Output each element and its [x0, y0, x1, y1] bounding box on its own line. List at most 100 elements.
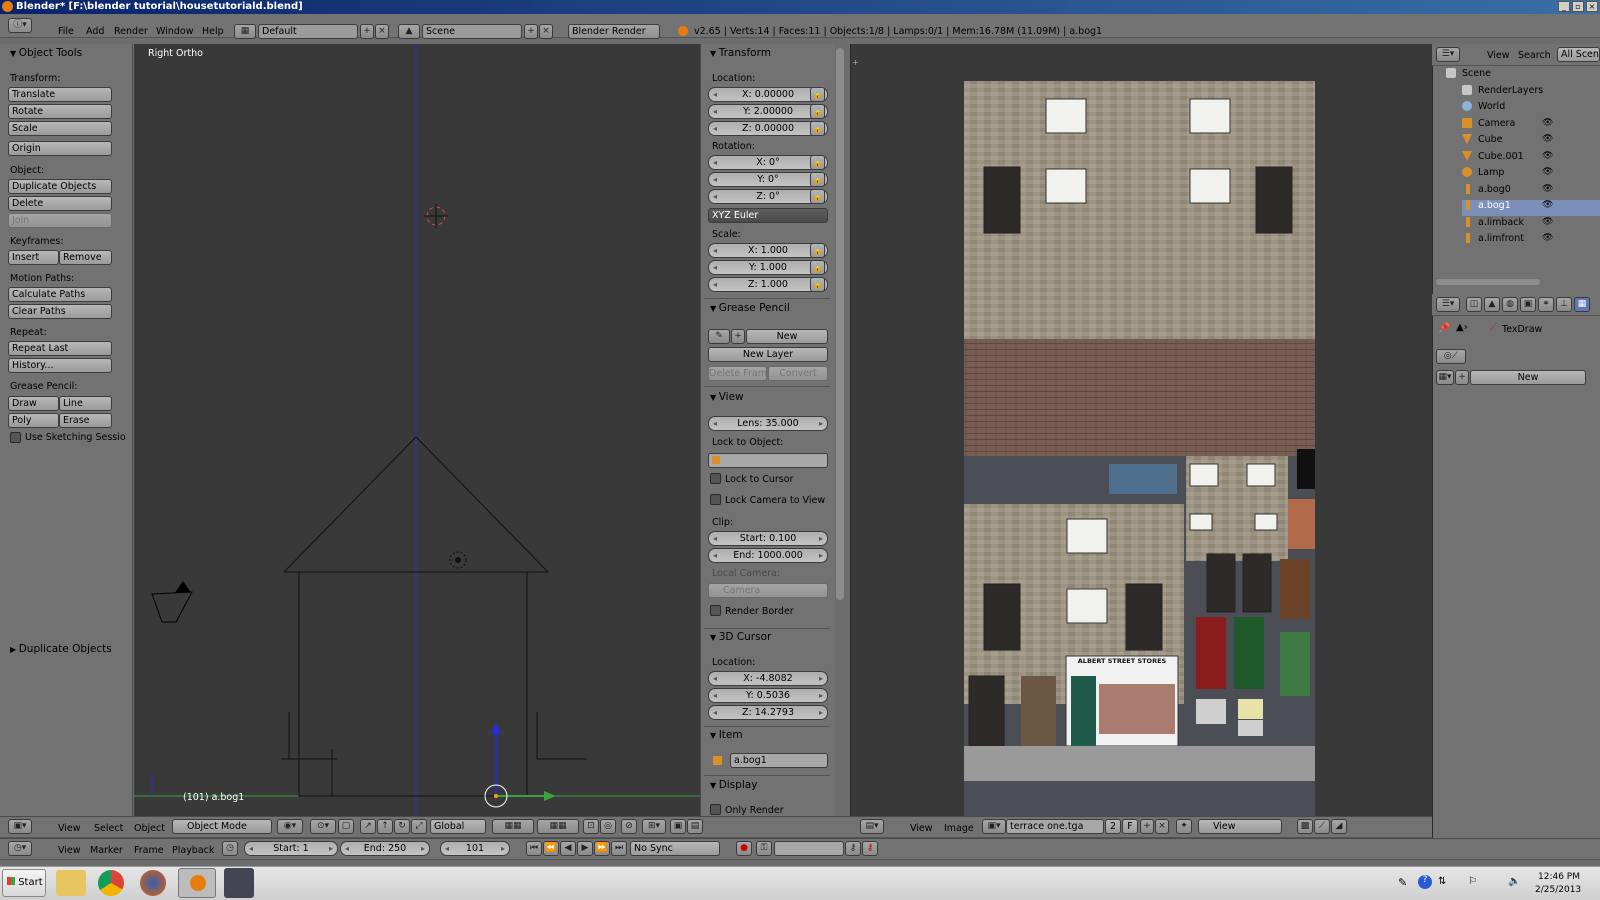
manipulator-toggle-icon[interactable]: ↗	[360, 819, 376, 834]
eye-icon[interactable]: 👁	[1542, 151, 1553, 161]
image-unlink-icon[interactable]: ×	[1155, 819, 1169, 834]
image-fake-user-button[interactable]: F	[1122, 819, 1138, 834]
layout-selector[interactable]: Default	[258, 24, 358, 39]
eye-icon[interactable]: 👁	[1542, 167, 1553, 177]
eye-icon[interactable]: 👁	[1542, 184, 1553, 194]
image-display-channels-icon[interactable]: ▩	[1297, 819, 1313, 834]
proportional-edit-icon[interactable]: ◎	[600, 819, 616, 834]
only-render-checkbox[interactable]	[710, 804, 721, 815]
editor-type-icon[interactable]: ⓘ▾	[8, 18, 32, 33]
lens-field[interactable]: Lens: 35.000	[708, 416, 828, 431]
lock-rotation-z-icon[interactable]: 🔓	[810, 189, 825, 204]
texture-add-icon[interactable]: +	[1455, 370, 1469, 385]
layout-add-icon[interactable]: +	[360, 24, 374, 39]
current-frame-field[interactable]: 101	[440, 841, 510, 856]
3d-cursor-panel-header[interactable]: 3D Cursor	[710, 631, 772, 643]
properties-editor-type-icon[interactable]: ☰▾	[1436, 297, 1460, 312]
transform-orientation-dropdown[interactable]: Global	[430, 819, 486, 834]
image-editor-corner-icon[interactable]: +	[852, 58, 860, 67]
jump-start-icon[interactable]: ⏮	[526, 841, 542, 856]
cursor-x-field[interactable]: X: -4.8082	[708, 671, 828, 686]
origin-button[interactable]: Origin	[8, 141, 112, 156]
viewport-menu-select[interactable]: Select	[94, 823, 123, 834]
image-browse-icon[interactable]: ▣▾	[982, 819, 1006, 834]
item-name-field[interactable]: a.bog1	[730, 753, 828, 768]
lock-location-z-icon[interactable]: 🔓	[810, 121, 825, 136]
render-border-checkbox[interactable]	[710, 605, 721, 616]
gp-new-button[interactable]: New	[746, 329, 828, 344]
jump-keyframe-forward-icon[interactable]: ⏩	[594, 841, 610, 856]
lock-to-cursor-checkbox[interactable]	[710, 473, 721, 484]
viewport-menu-object[interactable]: Object	[134, 823, 165, 834]
end-frame-field[interactable]: End: 250	[340, 841, 430, 856]
translate-manip-icon[interactable]: ↑	[377, 819, 393, 834]
opengl-anim-icon[interactable]: ▤	[687, 819, 703, 834]
window-maximize-button[interactable]: ▫	[1572, 1, 1584, 12]
transform-panel-header[interactable]: Transform	[710, 47, 771, 59]
volume-tray-icon[interactable]: 🔈	[1508, 876, 1520, 887]
lock-location-x-icon[interactable]: 🔓	[810, 87, 825, 102]
flag-tray-icon[interactable]: ⚐	[1468, 876, 1477, 887]
lock-location-y-icon[interactable]: 🔓	[810, 104, 825, 119]
outliner-item-lamp[interactable]: Lamp	[1478, 167, 1504, 178]
menu-file[interactable]: File	[58, 26, 74, 37]
clip-start-field[interactable]: Start: 0.100	[708, 531, 828, 546]
outliner-item-abog0[interactable]: a.bog0	[1478, 184, 1511, 195]
texture-slot-icon[interactable]: ◎⟋	[1436, 349, 1466, 364]
image-name-field[interactable]: terrace one.tga	[1006, 819, 1104, 834]
timeline-menu-view[interactable]: View	[58, 845, 81, 856]
gp-add-icon[interactable]: +	[731, 329, 745, 344]
layers-grid-a-icon[interactable]: ▦▦	[492, 819, 534, 834]
delete-button[interactable]: Delete	[8, 196, 112, 211]
help-tray-icon[interactable]: ?	[1418, 875, 1432, 889]
clear-paths-button[interactable]: Clear Paths	[8, 304, 112, 319]
clip-end-field[interactable]: End: 1000.000	[708, 548, 828, 563]
eye-icon[interactable]: 👁	[1542, 134, 1553, 144]
outliner-menu-view[interactable]: View	[1487, 50, 1510, 61]
insert-keyframe-button[interactable]: Insert	[8, 250, 59, 265]
image-users-field[interactable]: 2	[1105, 819, 1121, 834]
window-minimize-button[interactable]: _	[1558, 1, 1570, 12]
gp-erase-button[interactable]: Erase	[59, 413, 112, 428]
viewport-menu-view[interactable]: View	[58, 823, 81, 834]
pin-icon[interactable]: 📌	[1438, 323, 1450, 334]
object-tools-header[interactable]: Object Tools	[10, 47, 82, 59]
delete-key-icon[interactable]: ⚷	[862, 841, 878, 856]
object-mode-dropdown[interactable]: Object Mode	[172, 819, 272, 834]
image-editor-type-icon[interactable]: ▤▾	[860, 819, 884, 834]
lock-camera-checkbox[interactable]	[710, 494, 721, 505]
outliner-scrollbar[interactable]	[1436, 279, 1540, 285]
sync-mode-dropdown[interactable]: No Sync	[630, 841, 720, 856]
lock-scale-y-icon[interactable]: 🔓	[810, 260, 825, 275]
sketching-checkbox[interactable]	[10, 432, 21, 443]
outliner-item-cube001[interactable]: Cube.001	[1478, 151, 1524, 162]
gp-line-button[interactable]: Line	[59, 396, 112, 411]
timeline-menu-marker[interactable]: Marker	[90, 845, 123, 856]
scene-delete-icon[interactable]: ×	[539, 24, 553, 39]
image-pin-icon[interactable]: ✦	[1176, 819, 1192, 834]
display-panel-header[interactable]: Display	[710, 779, 758, 791]
data-tab-icon[interactable]: ⊥	[1556, 297, 1572, 312]
scene-icon[interactable]: ▲	[398, 24, 420, 39]
pencil-icon[interactable]: ✎	[708, 329, 730, 344]
insert-key-icon[interactable]: ⚷	[845, 841, 861, 856]
network-tray-icon[interactable]: ⇅	[1438, 876, 1446, 887]
gp-convert-button[interactable]: Convert	[768, 366, 828, 381]
rotate-manip-icon[interactable]: ↻	[394, 819, 410, 834]
world-tab-icon[interactable]: ◍	[1502, 297, 1518, 312]
opengl-render-icon[interactable]: ▣	[670, 819, 686, 834]
duplicate-objects-panel-header[interactable]: Duplicate Objects	[10, 643, 112, 655]
lock-layers-icon[interactable]: ⊡	[583, 819, 599, 834]
item-panel-header[interactable]: Item	[710, 729, 743, 741]
rotation-mode-dropdown[interactable]: XYZ Euler	[708, 208, 828, 223]
texture-browse-icon[interactable]: ▦▾	[1436, 370, 1454, 385]
eye-icon[interactable]: 👁	[1542, 118, 1553, 128]
image-mode-dropdown[interactable]: View	[1198, 819, 1282, 834]
gp-delete-frame-button[interactable]: Delete Frame	[708, 366, 767, 381]
outliner-menu-search[interactable]: Search	[1518, 50, 1551, 61]
texture-new-button[interactable]: New	[1470, 370, 1586, 385]
snap-element-icon[interactable]: ⊞▾	[642, 819, 666, 834]
gp-new-layer-button[interactable]: New Layer	[708, 347, 828, 362]
brush-name[interactable]: TexDraw	[1502, 324, 1542, 335]
play-reverse-icon[interactable]: ◀	[560, 841, 576, 856]
